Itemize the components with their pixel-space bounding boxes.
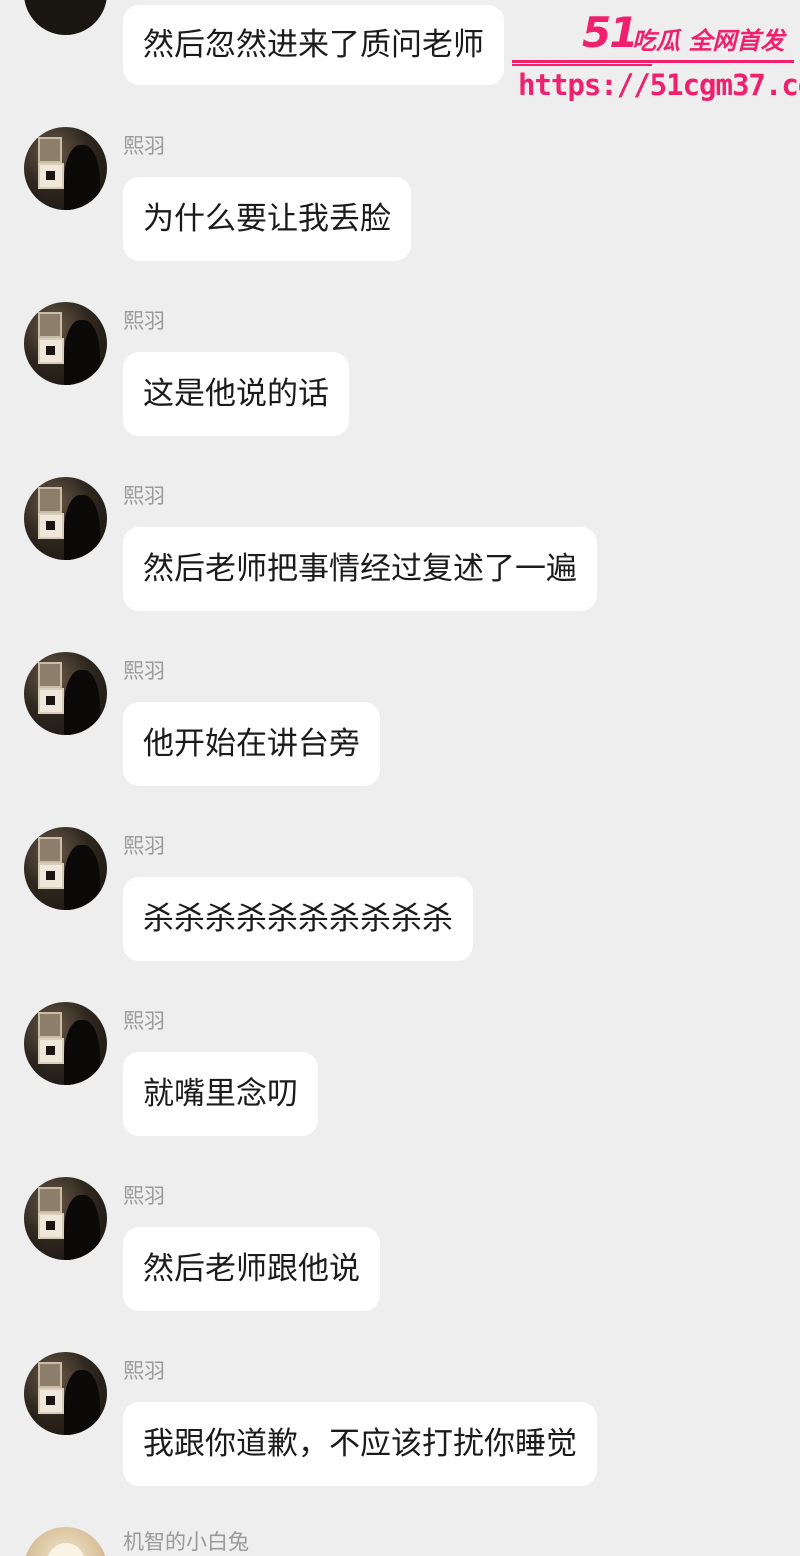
sender-name: 熙羽 xyxy=(123,1009,165,1033)
message-bubble[interactable]: 杀杀杀杀杀杀杀杀杀杀 xyxy=(123,877,473,961)
sender-name: 熙羽 xyxy=(123,1184,165,1208)
message-row: 熙羽 我跟你道歉，不应该打扰你睡觉 xyxy=(0,1352,800,1527)
chat-message-list[interactable]: 然后忽然进来了质问老师 熙羽 为什么要让我丢脸 熙羽 这是他说的话 熙羽 然后老… xyxy=(0,0,800,1556)
sender-avatar[interactable] xyxy=(24,1177,107,1260)
sender-avatar[interactable] xyxy=(24,477,107,560)
message-bubble[interactable]: 为什么要让我丢脸 xyxy=(123,177,411,261)
message-bubble[interactable]: 然后老师把事情经过复述了一遍 xyxy=(123,527,597,611)
message-bubble[interactable]: 然后老师跟他说 xyxy=(123,1227,380,1311)
sender-name: 熙羽 xyxy=(123,309,165,333)
sender-name: 熙羽 xyxy=(123,834,165,858)
message-row: 熙羽 就嘴里念叨 xyxy=(0,1002,800,1177)
sender-name: 熙羽 xyxy=(123,134,165,158)
sender-name: 熙羽 xyxy=(123,659,165,683)
sender-avatar[interactable] xyxy=(24,127,107,210)
message-bubble[interactable]: 然后忽然进来了质问老师 xyxy=(123,5,504,85)
message-row: 熙羽 这是他说的话 xyxy=(0,302,800,477)
sender-name: 熙羽 xyxy=(123,1359,165,1383)
watermark-underline xyxy=(512,60,794,66)
message-row: 机智的小白兔 xyxy=(0,1527,800,1556)
sender-name: 机智的小白兔 xyxy=(123,1530,249,1554)
sender-avatar[interactable] xyxy=(24,652,107,735)
sender-avatar[interactable] xyxy=(24,1352,107,1435)
message-bubble[interactable]: 他开始在讲台旁 xyxy=(123,702,380,786)
sender-avatar[interactable] xyxy=(24,827,107,910)
message-row: 熙羽 然后老师把事情经过复述了一遍 xyxy=(0,477,800,652)
message-row: 熙羽 为什么要让我丢脸 xyxy=(0,127,800,302)
message-bubble[interactable]: 就嘴里念叨 xyxy=(123,1052,318,1136)
message-row: 熙羽 他开始在讲台旁 xyxy=(0,652,800,827)
message-bubble[interactable]: 我跟你道歉，不应该打扰你睡觉 xyxy=(123,1402,597,1486)
watermark: 51 吃瓜 全网首发 https://51cgm37.com xyxy=(512,6,800,106)
sender-avatar[interactable] xyxy=(24,0,107,35)
rabbit-avatar[interactable] xyxy=(24,1527,107,1556)
watermark-logo: 51 xyxy=(582,8,638,57)
sender-avatar[interactable] xyxy=(24,302,107,385)
watermark-title: 吃瓜 全网首发 xyxy=(632,27,785,55)
sender-name: 熙羽 xyxy=(123,484,165,508)
message-row: 熙羽 杀杀杀杀杀杀杀杀杀杀 xyxy=(0,827,800,1002)
sender-avatar[interactable] xyxy=(24,1002,107,1085)
message-bubble[interactable]: 这是他说的话 xyxy=(123,352,349,436)
message-row: 熙羽 然后老师跟他说 xyxy=(0,1177,800,1352)
watermark-url: https://51cgm37.com xyxy=(518,68,800,102)
